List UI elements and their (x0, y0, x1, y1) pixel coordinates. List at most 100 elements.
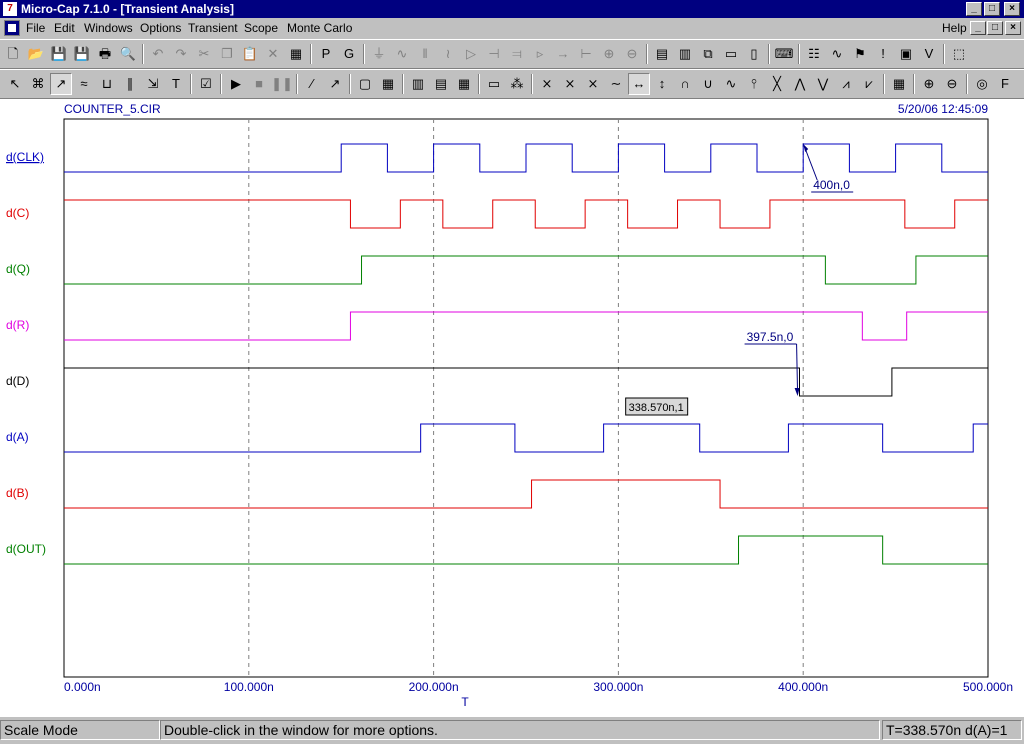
point-mode-icon[interactable]: ⌘ (27, 73, 49, 95)
font-icon[interactable]: F (994, 73, 1016, 95)
horizontal-tag-icon[interactable]: ∥ (119, 73, 141, 95)
isource-icon[interactable]: ⊖ (621, 43, 643, 65)
high-icon[interactable]: ∩ (674, 73, 696, 95)
cascade-icon[interactable]: ⧉ (697, 43, 719, 65)
pause-icon[interactable]: ❚❚ (271, 73, 293, 95)
trace-label[interactable]: d(C) (6, 206, 29, 220)
vlimits-icon[interactable]: V (918, 43, 940, 65)
menu-edit[interactable]: Edit (54, 21, 75, 35)
slope-icon[interactable]: ⩘ (835, 73, 857, 95)
menu-file[interactable]: File (26, 21, 45, 35)
open-icon[interactable]: 📂 (25, 43, 47, 65)
minor-grid-icon[interactable]: ▥ (407, 73, 429, 95)
bottom-icon[interactable]: ⋁ (812, 73, 834, 95)
global-low-icon[interactable]: ╳ (766, 73, 788, 95)
calculator-icon[interactable]: ⌨ (773, 43, 795, 65)
close-button[interactable]: × (1004, 2, 1020, 16)
trace-label[interactable]: d(D) (6, 374, 29, 388)
box-icon[interactable]: ▢ (354, 73, 376, 95)
transistor-icon[interactable]: ⫤ (506, 43, 528, 65)
select-arrow-icon[interactable]: ↖ (4, 73, 26, 95)
component-list-icon[interactable]: ☷ (803, 43, 825, 65)
trace-d-r[interactable] (64, 311, 988, 341)
trace-d-out[interactable] (64, 535, 988, 565)
run-icon[interactable]: ▶ (225, 73, 247, 95)
split-v-icon[interactable]: ▯ (743, 43, 765, 65)
axis-grid-icon[interactable]: ▦ (453, 73, 475, 95)
annotation-label[interactable]: 397.5n,0 (747, 330, 794, 344)
mdi-restore-button[interactable]: □ (987, 21, 1003, 35)
resistor-icon[interactable]: ∿ (391, 43, 413, 65)
transient-plot[interactable]: COUNTER_5.CIR 5/20/06 12:45:09 d(CLK)d(C… (0, 99, 1024, 717)
line-icon[interactable]: ∕ (301, 73, 323, 95)
vertical-tag-icon[interactable]: ⇲ (142, 73, 164, 95)
trace-label[interactable]: d(CLK) (6, 150, 44, 164)
paste-icon[interactable]: 📋 (239, 43, 261, 65)
next-point-icon[interactable]: ⨯ (582, 73, 604, 95)
scale-mode-icon[interactable]: ↗ (50, 73, 72, 95)
menu-monte-carlo[interactable]: Monte Carlo (287, 21, 352, 35)
menu-windows[interactable]: Windows (84, 21, 133, 35)
page-icon[interactable]: P (315, 43, 337, 65)
waveform-icon[interactable]: ∿ (826, 43, 848, 65)
fft-icon[interactable]: ◎ (971, 73, 993, 95)
trace-d-q[interactable] (64, 255, 988, 285)
switch-icon[interactable]: → (552, 43, 574, 65)
split-h-icon[interactable]: ▭ (720, 43, 742, 65)
delete-icon[interactable]: ✕ (262, 43, 284, 65)
info-icon[interactable]: ! (872, 43, 894, 65)
trace-d-b[interactable] (64, 479, 988, 509)
grid-text-icon[interactable]: G (338, 43, 360, 65)
zoom-out-icon[interactable]: ⊖ (941, 73, 963, 95)
redo-icon[interactable]: ↷ (170, 43, 192, 65)
numeric-output-icon[interactable]: ▦ (888, 73, 910, 95)
menu-transient[interactable]: Transient (188, 21, 238, 35)
undo-icon[interactable]: ↶ (147, 43, 169, 65)
data-points-icon[interactable]: ▭ (483, 73, 505, 95)
maximize-button[interactable]: □ (984, 2, 1000, 16)
next-simulation-icon[interactable]: ⨯ (536, 73, 558, 95)
tokens-icon[interactable]: ⁂ (506, 73, 528, 95)
trace-label[interactable]: d(A) (6, 430, 29, 444)
trace-d-d[interactable] (64, 367, 988, 397)
mdi-close-button[interactable]: × (1005, 21, 1021, 35)
valley-icon[interactable]: ↕ (651, 73, 673, 95)
scope-icon[interactable]: ▣ (895, 43, 917, 65)
copy-icon[interactable]: ❐ (216, 43, 238, 65)
prev-point-icon[interactable]: ∼ (605, 73, 627, 95)
mdi-minimize-button[interactable]: _ (970, 21, 986, 35)
trace-d-a[interactable] (64, 423, 988, 453)
ground-icon[interactable]: ⏚ (368, 43, 390, 65)
menu-options[interactable]: Options (140, 21, 181, 35)
new-icon[interactable]: 🗋 (2, 43, 24, 65)
diode-icon[interactable]: ▷ (460, 43, 482, 65)
tile-vertical-icon[interactable]: ▥ (674, 43, 696, 65)
trace-label[interactable]: d(B) (6, 486, 29, 500)
battery-icon[interactable]: ⊣ (483, 43, 505, 65)
cut-icon[interactable]: ✂ (193, 43, 215, 65)
print-preview-icon[interactable]: 🔍 (117, 43, 139, 65)
point-tag-icon[interactable]: ⊔ (96, 73, 118, 95)
menu-scope[interactable]: Scope (244, 21, 278, 35)
opamp-icon[interactable]: ▹ (529, 43, 551, 65)
cursor-mode-icon[interactable]: ≈ (73, 73, 95, 95)
text-icon[interactable]: T (165, 73, 187, 95)
prev-simulation-icon[interactable]: ⨯ (559, 73, 581, 95)
trace-label[interactable]: d(R) (6, 318, 29, 332)
zoom-in-icon[interactable]: ⊕ (918, 73, 940, 95)
inductor-icon[interactable]: ≀ (437, 43, 459, 65)
global-high-icon[interactable]: ⫯ (743, 73, 765, 95)
trace-label[interactable]: d(OUT) (6, 542, 46, 556)
trace-label[interactable]: d(Q) (6, 262, 30, 276)
print-icon[interactable]: 🖶 (94, 43, 116, 65)
document-system-icon[interactable] (4, 20, 20, 36)
stop-icon[interactable]: ■ (248, 73, 270, 95)
annotation-label[interactable]: 400n,0 (813, 178, 850, 192)
arrow-line-icon[interactable]: ↗ (324, 73, 346, 95)
save-icon[interactable]: 💾 (48, 43, 70, 65)
tile-horizontal-icon[interactable]: ▤ (651, 43, 673, 65)
minimize-button[interactable]: _ (966, 2, 982, 16)
top-icon[interactable]: ⋀ (789, 73, 811, 95)
distance-icon[interactable]: ⩗ (858, 73, 880, 95)
trace-d-c[interactable] (64, 199, 988, 229)
